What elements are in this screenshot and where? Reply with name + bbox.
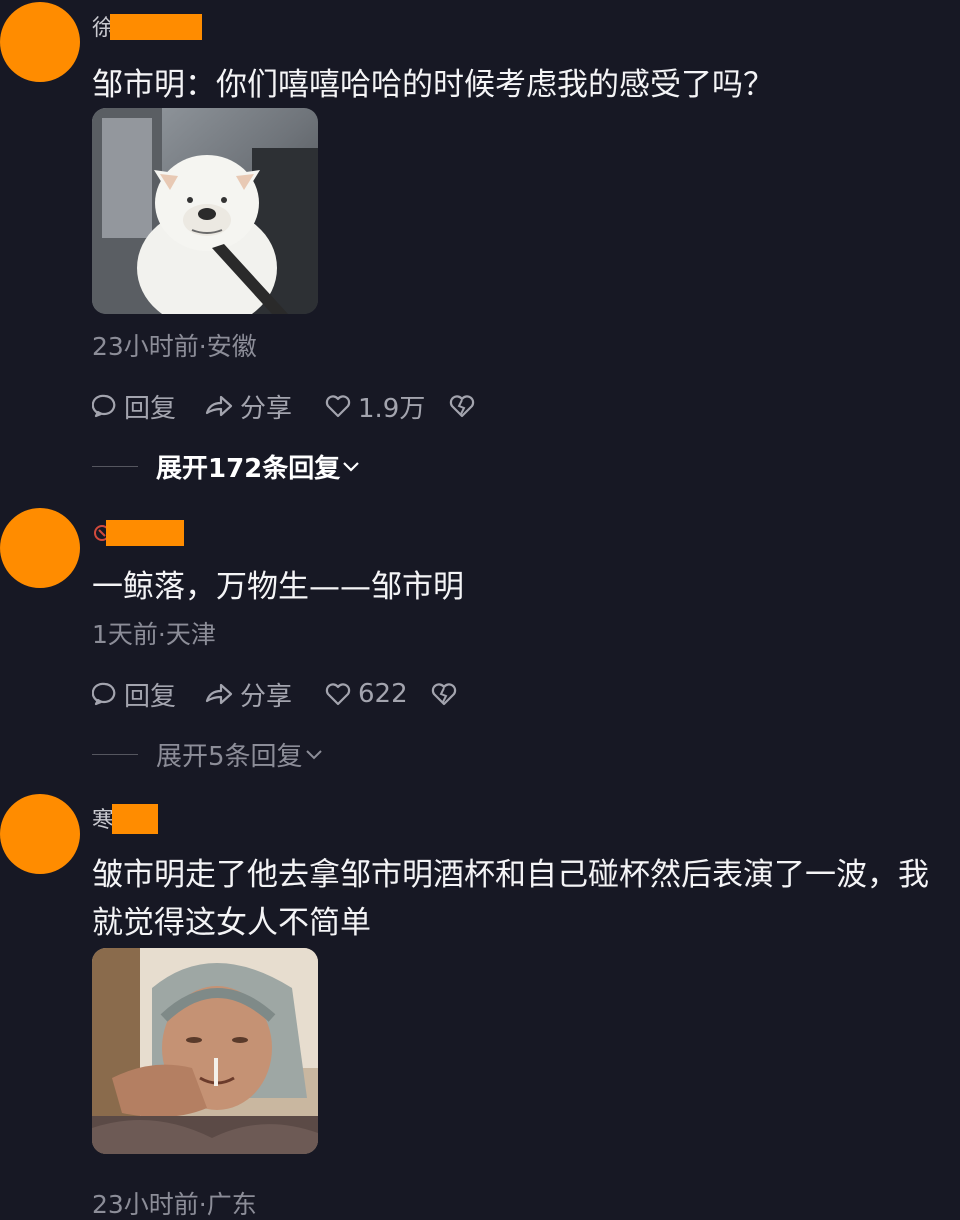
share-label: 分享 bbox=[240, 393, 293, 424]
expand-replies[interactable]: 展开172条回复 bbox=[92, 448, 362, 484]
comment-text-line-2: 就觉得这女人不简单 bbox=[92, 905, 371, 941]
username-redaction[interactable] bbox=[112, 804, 158, 834]
reply-button[interactable]: 回复 bbox=[92, 676, 176, 712]
dog-meme-image bbox=[92, 108, 318, 314]
comment-actions: 回复 分享 622 bbox=[92, 676, 692, 712]
like-button[interactable]: 1.9万 bbox=[324, 388, 425, 424]
reply-label: 回复 bbox=[124, 681, 177, 712]
expand-divider bbox=[92, 753, 138, 755]
comment-bubble-icon bbox=[92, 394, 116, 418]
heart-icon bbox=[325, 683, 351, 706]
comment-meta: 23小时前·广东 bbox=[92, 1190, 257, 1219]
chevron-down-icon bbox=[343, 462, 360, 472]
like-button[interactable]: 622 bbox=[324, 676, 408, 712]
expand-replies-label-wrap: 展开5条回复 bbox=[156, 736, 325, 773]
avatar[interactable] bbox=[0, 2, 80, 82]
comment-meta: 23小时前·安徽 bbox=[92, 332, 257, 361]
like-count: 1.9万 bbox=[358, 393, 426, 424]
username-fragment: 寒 bbox=[92, 808, 115, 833]
share-arrow-icon bbox=[205, 395, 233, 417]
avatar[interactable] bbox=[0, 508, 80, 588]
share-arrow-icon bbox=[205, 683, 233, 705]
share-label: 分享 bbox=[240, 681, 293, 712]
reply-button[interactable]: 回复 bbox=[92, 388, 176, 424]
share-button[interactable]: 分享 bbox=[204, 676, 292, 712]
comment-text: 一鲸落，万物生——邹市明 bbox=[92, 569, 464, 605]
comment-text-line-1: 皱市明走了他去拿邹市明酒杯和自己碰杯然后表演了一波，我 bbox=[92, 857, 929, 893]
chevron-down-icon bbox=[305, 750, 322, 760]
comment-image-woman[interactable] bbox=[92, 948, 318, 1154]
expand-replies-label: 展开172条回复 bbox=[156, 453, 341, 484]
comment-meta: 1天前·天津 bbox=[92, 620, 216, 649]
heart-icon bbox=[325, 395, 351, 418]
expand-replies[interactable]: 展开5条回复 bbox=[92, 736, 325, 772]
broken-heart-icon bbox=[431, 683, 457, 706]
like-count: 622 bbox=[358, 679, 408, 709]
dislike-button[interactable] bbox=[448, 388, 482, 424]
expand-divider bbox=[92, 465, 138, 467]
comment-text: 邹市明：你们嘻嘻哈哈的时候考虑我的感受了吗？ bbox=[92, 67, 774, 103]
share-button[interactable]: 分享 bbox=[204, 388, 292, 424]
expand-replies-label: 展开5条回复 bbox=[156, 741, 303, 772]
reply-label: 回复 bbox=[124, 393, 177, 424]
username-redaction[interactable] bbox=[106, 520, 184, 546]
dislike-button[interactable] bbox=[430, 676, 464, 712]
woman-meme-image bbox=[92, 948, 318, 1154]
avatar[interactable] bbox=[0, 794, 80, 874]
broken-heart-icon bbox=[449, 395, 475, 418]
comment-actions: 回复 分享 1.9万 bbox=[92, 388, 692, 424]
comment-image-dog[interactable] bbox=[92, 108, 318, 314]
comment-bubble-icon bbox=[92, 682, 116, 706]
username-redaction[interactable] bbox=[110, 14, 202, 40]
expand-replies-label-wrap: 展开172条回复 bbox=[156, 448, 362, 485]
